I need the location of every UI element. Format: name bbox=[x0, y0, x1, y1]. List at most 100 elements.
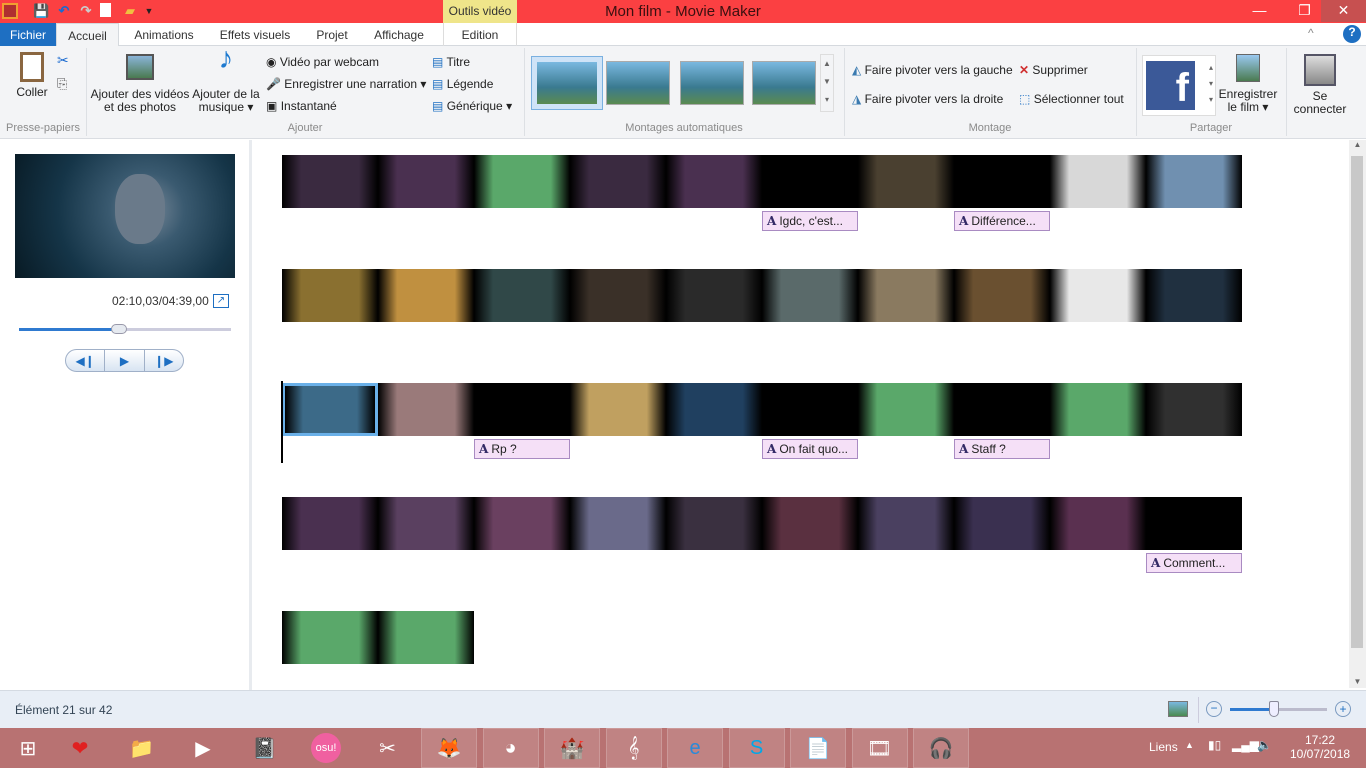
clip-thumbnail[interactable] bbox=[474, 497, 570, 550]
close-button[interactable]: ✕ bbox=[1321, 0, 1366, 22]
taskbar-heart-app-icon[interactable]: ❤ bbox=[52, 728, 108, 768]
taskbar-audacity-icon[interactable]: 🎧 bbox=[913, 728, 969, 768]
clip-thumbnail[interactable] bbox=[1146, 497, 1242, 550]
thumbnail-size-icon[interactable] bbox=[1168, 701, 1188, 717]
clip-thumbnail[interactable] bbox=[666, 497, 762, 550]
zoom-slider[interactable] bbox=[1230, 701, 1327, 717]
tab-fichier[interactable]: Fichier bbox=[0, 23, 56, 46]
automovie-theme-1[interactable] bbox=[531, 56, 603, 110]
clip-thumbnail[interactable] bbox=[1050, 383, 1146, 436]
select-all-button[interactable]: ⬚ Sélectionner tout bbox=[1019, 92, 1124, 106]
credits-button[interactable]: ▤ Générique ▾ bbox=[432, 99, 512, 113]
taskbar-musescore-icon[interactable]: 𝄞 bbox=[605, 728, 662, 768]
clip-thumbnail[interactable] bbox=[858, 269, 954, 322]
clip-thumbnail[interactable] bbox=[954, 383, 1050, 436]
caption-block[interactable]: A On fait quo... bbox=[762, 439, 858, 459]
add-music-button[interactable]: ♪ Ajouter de la musique ▾ bbox=[192, 44, 260, 114]
taskbar-internet-explorer-icon[interactable]: e bbox=[667, 728, 723, 768]
show-hidden-icons[interactable]: ▲ bbox=[1185, 740, 1194, 750]
clip-thumbnail[interactable] bbox=[1050, 497, 1146, 550]
new-project-icon[interactable] bbox=[100, 3, 111, 17]
snapshot-button[interactable]: ▣ Instantané bbox=[266, 99, 337, 113]
clip-thumbnail[interactable] bbox=[858, 497, 954, 550]
taskbar-castle-game-icon[interactable]: 🏰 bbox=[544, 728, 600, 768]
clip-thumbnail[interactable] bbox=[762, 497, 858, 550]
undo-icon[interactable]: ↶ bbox=[56, 3, 72, 19]
add-videos-photos-button[interactable]: Ajouter des vidéos et des photos bbox=[90, 54, 190, 114]
zoom-in-button[interactable]: + bbox=[1335, 701, 1351, 717]
expand-preview-icon[interactable]: ↗ bbox=[213, 294, 229, 308]
caption-block[interactable]: A Comment... bbox=[1146, 553, 1242, 573]
clip-thumbnail[interactable] bbox=[282, 497, 378, 550]
caption-block[interactable]: A Rp ? bbox=[474, 439, 570, 459]
clip-thumbnail[interactable] bbox=[1050, 155, 1146, 208]
clock[interactable]: 17:22 10/07/2018 bbox=[1290, 733, 1350, 761]
taskbar-skype-icon[interactable]: S bbox=[728, 728, 785, 768]
tab-edition[interactable]: Edition bbox=[443, 23, 517, 46]
taskbar-osu-icon[interactable]: osu! bbox=[298, 728, 354, 768]
title-button[interactable]: ▤ Titre bbox=[432, 55, 470, 69]
clip-thumbnail[interactable] bbox=[570, 497, 666, 550]
clip-thumbnail[interactable] bbox=[282, 155, 378, 208]
play-button[interactable]: ▶ bbox=[105, 350, 145, 371]
sign-in-button[interactable]: Se connecter bbox=[1290, 54, 1350, 116]
collapse-ribbon-icon[interactable]: ^ bbox=[1308, 26, 1314, 40]
links-toolbar[interactable]: Liens bbox=[1149, 740, 1178, 754]
previous-frame-button[interactable]: ◀❙ bbox=[66, 350, 106, 371]
clip-thumbnail[interactable] bbox=[378, 383, 474, 436]
clip-thumbnail[interactable] bbox=[474, 269, 570, 322]
paste-button[interactable]: Coller bbox=[12, 52, 52, 99]
caption-block[interactable]: A Différence... bbox=[954, 211, 1050, 231]
taskbar-gimp-icon[interactable]: 🦊 bbox=[421, 728, 477, 768]
clip-thumbnail[interactable] bbox=[762, 269, 858, 322]
share-gallery[interactable]: f ▴ ▾ ▾ bbox=[1142, 55, 1216, 116]
copy-icon[interactable]: ⎘ bbox=[57, 76, 67, 92]
automovie-theme-2[interactable] bbox=[606, 61, 670, 105]
automovie-theme-4[interactable] bbox=[752, 61, 816, 105]
clip-thumbnail[interactable] bbox=[858, 383, 954, 436]
scroll-up-icon[interactable]: ▲ bbox=[1349, 140, 1366, 149]
gallery-scroll[interactable]: ▲ ▼ ▾ bbox=[820, 54, 834, 112]
clip-thumbnail[interactable] bbox=[378, 269, 474, 322]
clip-thumbnail[interactable] bbox=[1146, 155, 1242, 208]
clip-thumbnail[interactable] bbox=[570, 383, 666, 436]
automovie-theme-3[interactable] bbox=[680, 61, 744, 105]
clip-thumbnail[interactable] bbox=[570, 269, 666, 322]
volume-icon[interactable]: 🔈 bbox=[1257, 738, 1272, 752]
clip-thumbnail[interactable] bbox=[954, 155, 1050, 208]
taskbar-windows-start-icon[interactable]: ⊞ bbox=[0, 728, 56, 768]
scroll-down-icon[interactable]: ▼ bbox=[1349, 677, 1366, 686]
caption-block[interactable]: A Staff ? bbox=[954, 439, 1050, 459]
record-narration-button[interactable]: 🎤 Enregistrer une narration ▾ bbox=[266, 77, 426, 91]
customize-toolbar-icon[interactable]: ▼ bbox=[141, 6, 157, 22]
caption-block[interactable]: A Igdc, c'est... bbox=[762, 211, 858, 231]
share-gallery-scroll[interactable]: ▴ ▾ ▾ bbox=[1209, 60, 1213, 108]
clip-thumbnail[interactable] bbox=[378, 155, 474, 208]
zoom-out-button[interactable]: − bbox=[1206, 701, 1222, 717]
vertical-scrollbar[interactable]: ▲ ▼ bbox=[1349, 140, 1366, 688]
save-icon[interactable]: 💾 bbox=[33, 3, 49, 19]
taskbar-word-document-icon[interactable]: 📄 bbox=[790, 728, 846, 768]
minimize-button[interactable]: — bbox=[1237, 0, 1282, 22]
open-folder-icon[interactable]: ▰ bbox=[122, 3, 138, 19]
clip-thumbnail[interactable] bbox=[762, 155, 858, 208]
clip-thumbnail[interactable] bbox=[378, 611, 474, 664]
clip-thumbnail[interactable] bbox=[666, 383, 762, 436]
storyboard-timeline[interactable]: A Igdc, c'est... A Différence... A Rp ? A On fa… bbox=[255, 140, 1349, 690]
next-frame-button[interactable]: ❙▶ bbox=[145, 350, 183, 371]
delete-button[interactable]: ✕ Supprimer bbox=[1019, 63, 1088, 77]
clip-thumbnail[interactable] bbox=[666, 155, 762, 208]
taskbar-media-player-icon[interactable]: ▶ bbox=[175, 728, 231, 768]
playhead[interactable] bbox=[281, 381, 283, 463]
clip-thumbnail[interactable] bbox=[570, 155, 666, 208]
clip-thumbnail[interactable] bbox=[954, 269, 1050, 322]
zoom-thumb[interactable] bbox=[1268, 701, 1279, 717]
clip-thumbnail[interactable] bbox=[378, 497, 474, 550]
scroll-thumb[interactable] bbox=[1351, 156, 1363, 648]
clip-thumbnail[interactable] bbox=[666, 269, 762, 322]
help-icon[interactable]: ? bbox=[1343, 25, 1361, 43]
redo-icon[interactable]: ↷ bbox=[78, 3, 94, 19]
clip-thumbnail[interactable] bbox=[1146, 383, 1242, 436]
facebook-icon[interactable]: f bbox=[1146, 61, 1195, 110]
tab-affichage[interactable]: Affichage bbox=[362, 23, 436, 46]
